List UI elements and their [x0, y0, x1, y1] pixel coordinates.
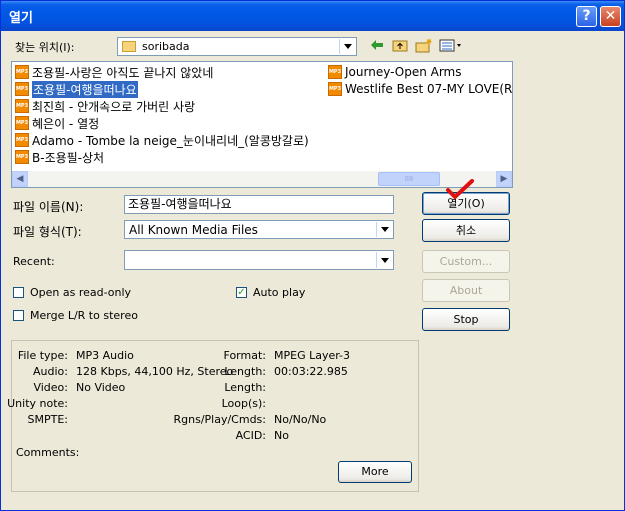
info-key: Comments:	[16, 446, 80, 459]
open-dialog: 열기 ? ✕ 찾는 위치(I): soribada MP3 조용필-사랑은 아직도…	[0, 0, 625, 511]
stop-button[interactable]: Stop	[422, 308, 510, 331]
back-arrow-icon[interactable]	[369, 37, 385, 53]
merge-checkbox[interactable]: Merge L/R to stereo	[13, 309, 138, 322]
horizontal-scrollbar[interactable]: ◀ IIII ▶	[12, 171, 512, 187]
info-value: No/No/No	[274, 413, 327, 426]
file-item[interactable]: MP3 조용필-사랑은 아직도 끝나지 않았네	[15, 64, 213, 80]
filetype-value: All Known Media Files	[129, 223, 258, 237]
cancel-button[interactable]: 취소	[422, 219, 510, 242]
about-button[interactable]: About	[422, 279, 510, 302]
folder-icon	[122, 41, 136, 52]
info-value: MP3 Audio	[76, 349, 134, 362]
close-button[interactable]: ✕	[600, 6, 621, 27]
info-key: Loop(s):	[221, 397, 266, 410]
new-folder-icon[interactable]	[415, 37, 433, 53]
mp3-file-icon: MP3	[15, 65, 29, 79]
chevron-down-icon[interactable]	[376, 252, 392, 268]
info-value: MPEG Layer-3	[274, 349, 351, 362]
up-folder-icon[interactable]	[391, 37, 409, 53]
mp3-file-icon: MP3	[15, 99, 29, 113]
info-key: Length:	[224, 381, 266, 394]
scroll-thumb[interactable]: IIII	[378, 172, 440, 186]
title-bar[interactable]: 열기 ? ✕	[1, 1, 624, 31]
file-item[interactable]: MP3 최진희 - 안개속으로 가버린 사랑	[15, 98, 195, 114]
filename-label: 파일 이름(N):	[13, 200, 84, 214]
scroll-left-button[interactable]: ◀	[12, 171, 28, 187]
info-value: 00:03:22.985	[274, 365, 348, 378]
info-value: No	[274, 429, 289, 442]
mp3-file-icon: MP3	[15, 133, 29, 147]
file-item[interactable]: MP3 Westlife Best 07-MY LOVE(Ra	[328, 81, 512, 97]
more-button[interactable]: More	[338, 461, 412, 483]
file-item[interactable]: MP3 Journey-Open Arms	[328, 64, 462, 80]
info-key: ACID:	[235, 429, 266, 442]
info-key: Rgns/Play/Cmds:	[173, 413, 267, 426]
info-key: Length:	[224, 365, 266, 378]
file-item[interactable]: MP3 B-조용필-상처	[15, 149, 104, 165]
file-list[interactable]: MP3 조용필-사랑은 아직도 끝나지 않았네 MP3 조용필-여행을떠나요 MP3…	[11, 61, 513, 188]
autoplay-checkbox[interactable]: ✓ Auto play	[236, 286, 305, 299]
file-info-panel: File type: MP3 Audio Audio: 128 Kbps, 44…	[7, 340, 419, 492]
look-in-value: soribada	[142, 40, 190, 53]
info-key: Video:	[33, 381, 68, 394]
info-key: Audio:	[33, 365, 68, 378]
mp3-file-icon: MP3	[328, 82, 342, 96]
filename-input[interactable]: 조용필-여행을떠나요	[124, 195, 394, 214]
scroll-right-button[interactable]: ▶	[496, 171, 512, 187]
mp3-file-icon: MP3	[15, 150, 29, 164]
help-button[interactable]: ?	[576, 6, 597, 27]
chevron-down-icon[interactable]	[339, 39, 355, 54]
info-key: Unity note:	[7, 397, 68, 410]
view-menu-icon[interactable]	[439, 37, 463, 53]
readonly-checkbox[interactable]: Open as read-only	[13, 286, 131, 299]
checkbox-box[interactable]	[13, 310, 24, 321]
chevron-down-icon[interactable]	[376, 222, 392, 237]
look-in-combo[interactable]: soribada	[117, 37, 357, 56]
window-title: 열기	[9, 11, 33, 26]
filetype-combo[interactable]: All Known Media Files	[124, 220, 394, 239]
recent-label: Recent:	[13, 255, 55, 268]
info-key: SMPTE:	[27, 413, 68, 426]
file-item-selected[interactable]: MP3 조용필-여행을떠나요	[15, 80, 138, 98]
red-checkmark-icon	[446, 179, 474, 200]
mp3-file-icon: MP3	[15, 82, 29, 96]
info-value: 128 Kbps, 44,100 Hz, Stereo	[76, 365, 234, 378]
checkbox-box[interactable]	[13, 287, 24, 298]
info-value: No Video	[76, 381, 126, 394]
checkmark-icon[interactable]: ✓	[236, 287, 247, 298]
look-in-label: 찾는 위치(I):	[15, 41, 75, 54]
custom-button[interactable]: Custom...	[422, 250, 510, 273]
mp3-file-icon: MP3	[15, 116, 29, 130]
mp3-file-icon: MP3	[328, 65, 342, 79]
info-key: File type:	[17, 349, 68, 362]
file-item[interactable]: MP3 혜은이 - 열정	[15, 115, 99, 131]
file-item[interactable]: MP3 Adamo - Tombe la neige_눈이내리네_(알콩방갈로)	[15, 132, 309, 148]
recent-combo[interactable]	[124, 250, 394, 270]
info-key: Format:	[223, 349, 266, 362]
filetype-label: 파일 형식(T):	[13, 225, 82, 239]
